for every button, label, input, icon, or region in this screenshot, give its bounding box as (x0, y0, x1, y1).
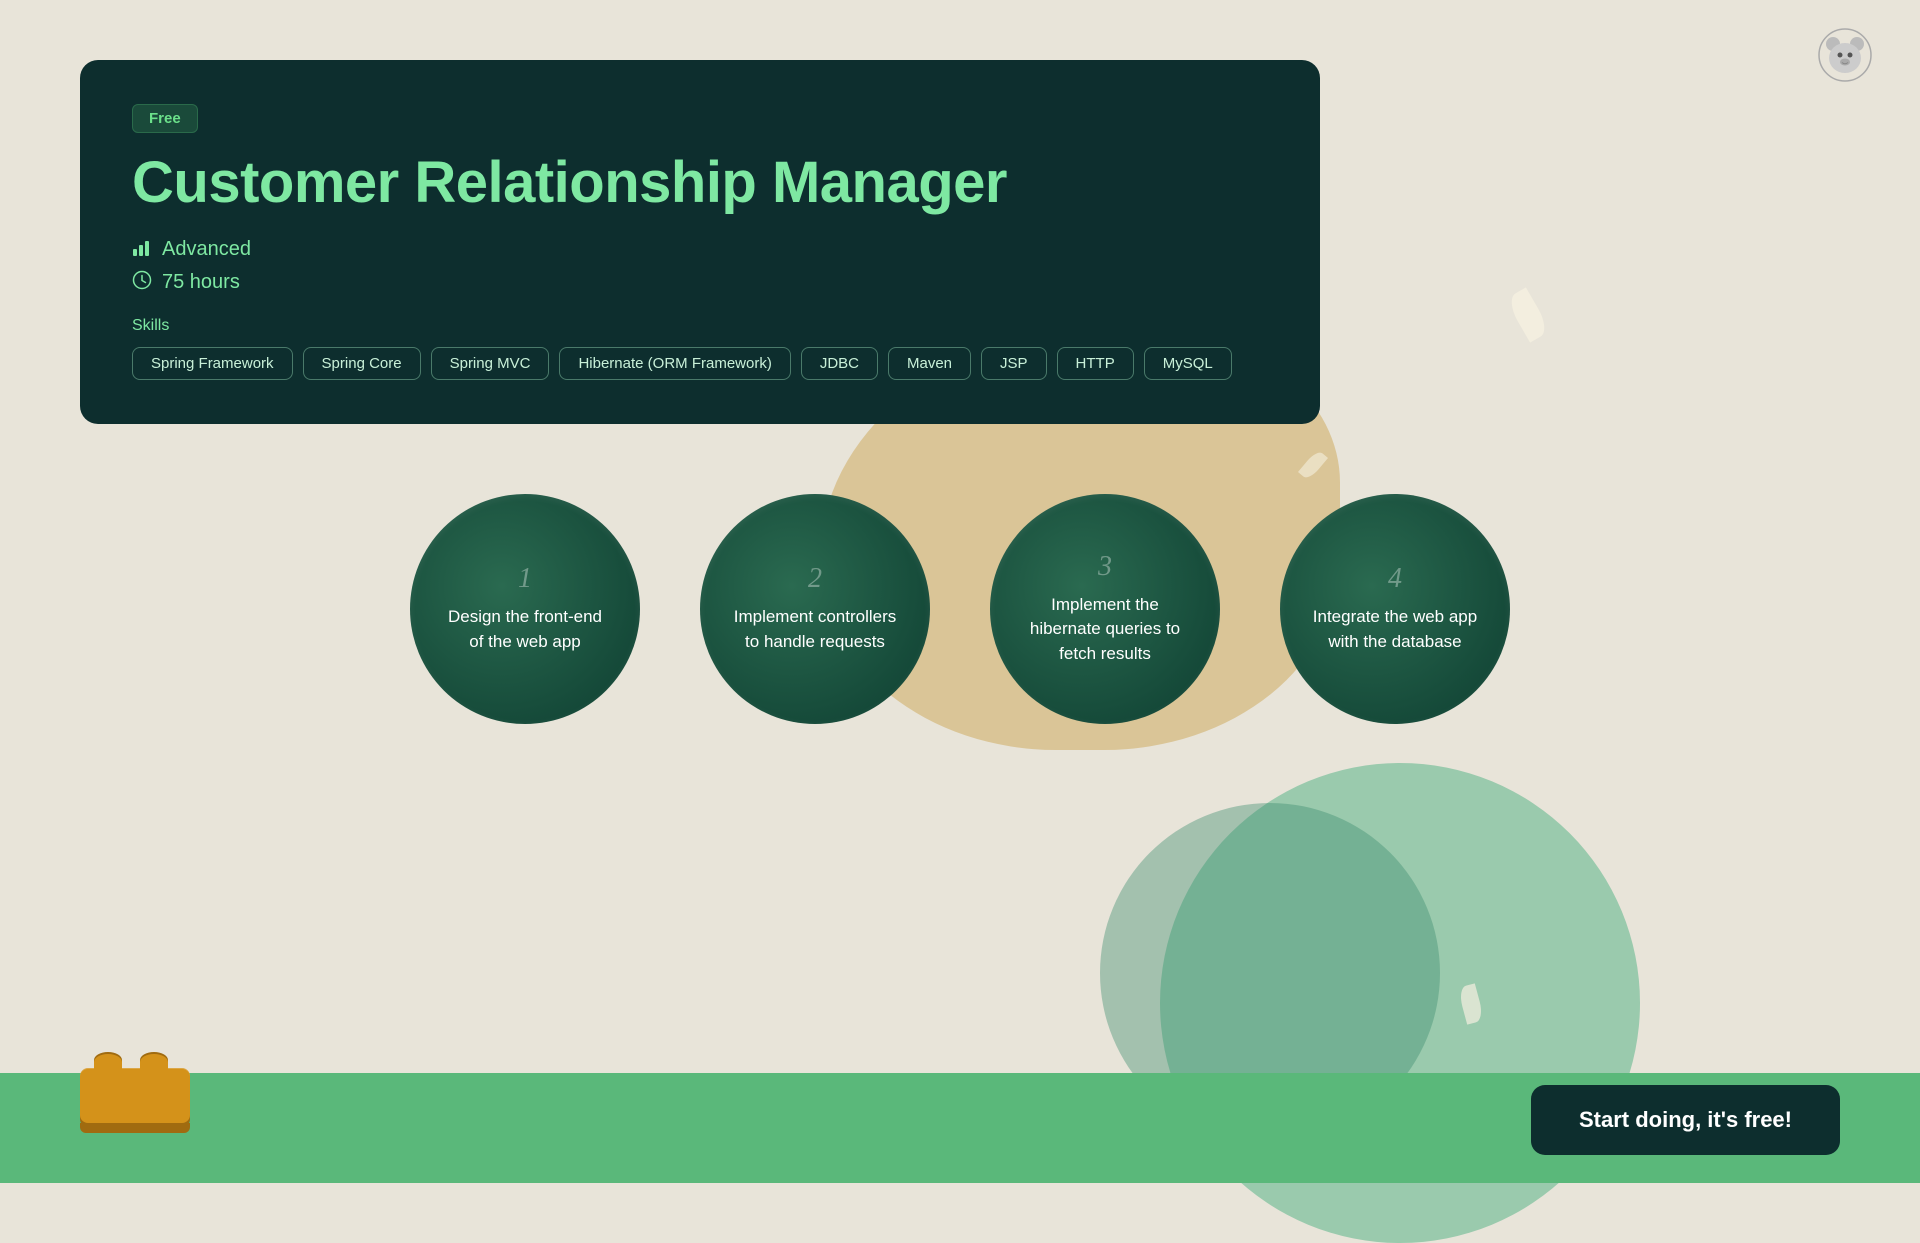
step-circle-1: 1 Design the front-end of the web app (410, 494, 640, 724)
step-number-1: 1 (518, 563, 532, 595)
step-circle-2: 2 Implement controllers to handle request… (700, 494, 930, 724)
main-container: Free Customer Relationship Manager Advan… (0, 0, 1920, 784)
course-meta: Advanced 75 hours (132, 237, 1268, 295)
skill-tag: Spring MVC (431, 347, 550, 380)
level-icon (132, 237, 152, 262)
skill-tag: Hibernate (ORM Framework) (559, 347, 790, 380)
skills-label: Skills (132, 317, 1268, 335)
course-title: Customer Relationship Manager (132, 151, 1268, 215)
step-text-3: Implement the hibernate queries to fetch… (1020, 593, 1190, 667)
course-card: Free Customer Relationship Manager Advan… (80, 60, 1320, 424)
skill-tag: Spring Core (303, 347, 421, 380)
skills-tags: Spring Framework Spring Core Spring MVC Hib… (132, 347, 1268, 380)
cta-button[interactable]: Start doing, it's free! (1531, 1085, 1840, 1155)
skill-tag: JDBC (801, 347, 878, 380)
skill-tag: Maven (888, 347, 971, 380)
step-text-2: Implement controllers to handle requests (730, 605, 900, 654)
duration-text: 75 hours (162, 271, 240, 294)
clock-icon (132, 270, 152, 295)
skill-tag: MySQL (1144, 347, 1232, 380)
skill-tag: Spring Framework (132, 347, 293, 380)
level-text: Advanced (162, 238, 251, 261)
skill-tag: HTTP (1057, 347, 1134, 380)
step-text-4: Integrate the web app with the database (1310, 605, 1480, 654)
lego-side (80, 1123, 190, 1133)
step-number-4: 4 (1388, 563, 1402, 595)
bear-icon (1818, 28, 1872, 82)
steps-section: 1 Design the front-end of the web app 2 Imp… (80, 494, 1840, 724)
skill-tag: JSP (981, 347, 1047, 380)
duration-meta: 75 hours (132, 270, 1268, 295)
step-circle-4: 4 Integrate the web app with the database (1280, 494, 1510, 724)
step-circle-3: 3 Implement the hibernate queries to fetc… (990, 494, 1220, 724)
step-text-1: Design the front-end of the web app (440, 605, 610, 654)
lego-stud-2 (140, 1054, 168, 1070)
step-number-2: 2 (808, 563, 822, 595)
lego-brick (80, 1068, 190, 1123)
level-meta: Advanced (132, 237, 1268, 262)
lego-stud-1 (94, 1054, 122, 1070)
step-number-3: 3 (1098, 551, 1112, 583)
free-badge: Free (132, 104, 198, 133)
